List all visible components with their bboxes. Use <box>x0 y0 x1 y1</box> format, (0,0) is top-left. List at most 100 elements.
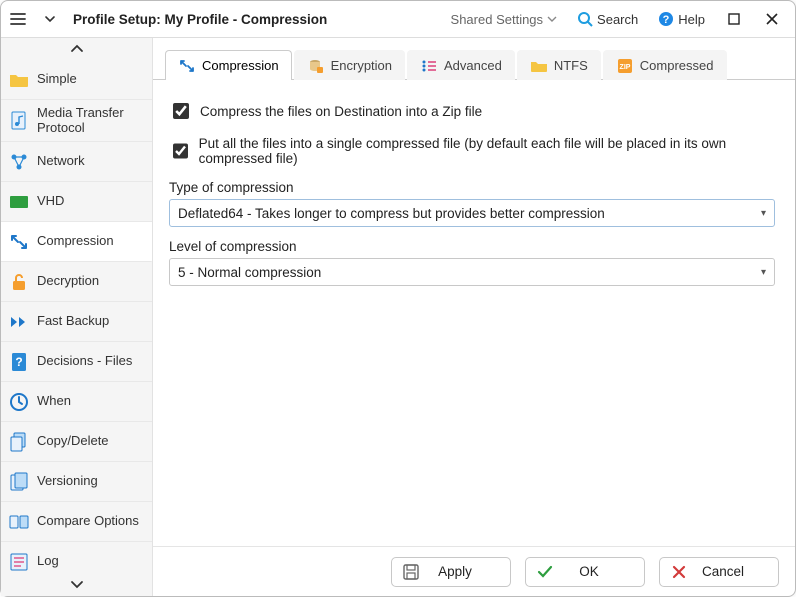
sidebar-item-label: Copy/Delete <box>37 434 109 449</box>
menu-button[interactable] <box>5 6 31 32</box>
tab-label: Compression <box>202 58 279 73</box>
footer: Apply OK Cancel <box>153 546 795 596</box>
tabstrip: Compression Encryption Advanced NTFS ZIP… <box>153 44 795 80</box>
sidebar-item-versioning[interactable]: Versioning <box>1 462 152 502</box>
tab-label: Compressed <box>640 58 714 73</box>
sidebar-item-label: Simple <box>37 72 77 87</box>
sidebar-item-compare-options[interactable]: Compare Options <box>1 502 152 542</box>
body: Simple Media Transfer Protocol Network V… <box>1 37 795 596</box>
svg-text:?: ? <box>663 14 670 26</box>
checkbox-label: Put all the files into a single compress… <box>199 136 775 166</box>
checkbox-input[interactable] <box>173 143 188 159</box>
chevron-down-icon <box>547 14 557 24</box>
tab-compression[interactable]: Compression <box>165 50 292 80</box>
checkbox-single-file[interactable]: Put all the files into a single compress… <box>169 136 775 166</box>
compress-icon <box>9 232 29 252</box>
level-of-compression-dropdown[interactable]: 5 - Normal compression ▾ <box>169 258 775 286</box>
type-of-compression-dropdown[interactable]: Deflated64 - Takes longer to compress bu… <box>169 199 775 227</box>
sidebar: Simple Media Transfer Protocol Network V… <box>1 38 153 596</box>
help-button[interactable]: ? Help <box>650 7 713 31</box>
titlebar-right: Shared Settings Search ? Help <box>443 5 789 33</box>
sidebar-item-compression[interactable]: Compression <box>1 222 152 262</box>
window-title: Profile Setup: My Profile - Compression <box>73 12 327 27</box>
checkbox-input[interactable] <box>173 103 189 119</box>
versioning-icon <box>9 472 29 492</box>
copy-icon <box>9 432 29 452</box>
svg-text:ZIP: ZIP <box>619 64 630 71</box>
sidebar-item-decryption[interactable]: Decryption <box>1 262 152 302</box>
sidebar-item-log[interactable]: Log <box>1 542 152 574</box>
zip-icon: ZIP <box>616 57 634 75</box>
dropdown-value: 5 - Normal compression <box>178 265 321 280</box>
sidebar-item-network[interactable]: Network <box>1 142 152 182</box>
tab-encryption[interactable]: Encryption <box>294 50 405 80</box>
chevron-down-icon <box>44 13 56 25</box>
chevron-up-icon <box>70 44 84 54</box>
sidebar-item-label: Media Transfer Protocol <box>37 106 144 136</box>
tab-compressed[interactable]: ZIP Compressed <box>603 50 727 80</box>
shared-settings-label: Shared Settings <box>451 12 544 27</box>
document-question-icon: ? <box>9 352 29 372</box>
ok-button[interactable]: OK <box>525 557 645 587</box>
close-button[interactable] <box>755 5 789 33</box>
sidebar-item-copy-delete[interactable]: Copy/Delete <box>1 422 152 462</box>
window: Profile Setup: My Profile - Compression … <box>0 0 796 597</box>
sidebar-item-label: Compare Options <box>37 514 139 529</box>
chevron-down-icon <box>70 580 84 590</box>
folder-icon <box>530 57 548 75</box>
chevron-down-icon: ▾ <box>761 208 766 219</box>
svg-text:?: ? <box>15 355 22 369</box>
sidebar-item-fast-backup[interactable]: Fast Backup <box>1 302 152 342</box>
tab-label: Encryption <box>331 58 392 73</box>
search-label: Search <box>597 12 638 27</box>
sidebar-item-label: Decryption <box>37 274 99 289</box>
vhd-icon <box>9 192 29 212</box>
dropdown-value: Deflated64 - Takes longer to compress bu… <box>178 206 605 221</box>
sidebar-item-vhd[interactable]: VHD <box>1 182 152 222</box>
sidebar-item-label: Versioning <box>37 474 98 489</box>
main: Compression Encryption Advanced NTFS ZIP… <box>153 38 795 596</box>
search-icon <box>577 11 593 27</box>
sidebar-item-label: Log <box>37 554 59 569</box>
unlock-icon <box>9 272 29 292</box>
checkbox-compress-destination[interactable]: Compress the files on Destination into a… <box>169 100 775 122</box>
maximize-button[interactable] <box>717 5 751 33</box>
tab-advanced[interactable]: Advanced <box>407 50 515 80</box>
compare-icon <box>9 512 29 532</box>
maximize-icon <box>728 13 740 25</box>
sidebar-item-label: Decisions - Files <box>37 354 132 369</box>
sidebar-scroll-down[interactable] <box>1 574 152 596</box>
close-icon <box>670 563 688 581</box>
network-icon <box>9 152 29 172</box>
titlebar: Profile Setup: My Profile - Compression … <box>1 1 795 37</box>
log-icon <box>9 552 29 572</box>
checkbox-label: Compress the files on Destination into a… <box>200 104 482 119</box>
shared-settings-button[interactable]: Shared Settings <box>443 8 566 31</box>
apply-button[interactable]: Apply <box>391 557 511 587</box>
sidebar-scroll-up[interactable] <box>1 38 152 60</box>
tab-ntfs[interactable]: NTFS <box>517 50 601 80</box>
titlebar-left: Profile Setup: My Profile - Compression <box>5 6 327 32</box>
close-icon <box>766 13 778 25</box>
sidebar-item-label: Network <box>37 154 85 169</box>
chevron-down-icon: ▾ <box>761 267 766 278</box>
level-of-compression-label: Level of compression <box>169 239 775 254</box>
content: Compress the files on Destination into a… <box>153 80 795 546</box>
list-icon <box>420 57 438 75</box>
search-button[interactable]: Search <box>569 7 646 31</box>
clock-icon <box>9 392 29 412</box>
fast-forward-icon <box>9 312 29 332</box>
cancel-button[interactable]: Cancel <box>659 557 779 587</box>
sidebar-item-simple[interactable]: Simple <box>1 60 152 100</box>
button-label: Cancel <box>702 564 744 579</box>
sidebar-item-media-transfer[interactable]: Media Transfer Protocol <box>1 100 152 142</box>
button-label: OK <box>579 564 599 579</box>
database-lock-icon <box>307 57 325 75</box>
sidebar-item-when[interactable]: When <box>1 382 152 422</box>
help-label: Help <box>678 12 705 27</box>
check-icon <box>536 563 554 581</box>
sidebar-item-label: VHD <box>37 194 64 209</box>
folder-icon <box>9 70 29 90</box>
back-button[interactable] <box>37 6 63 32</box>
sidebar-item-decisions-files[interactable]: ? Decisions - Files <box>1 342 152 382</box>
